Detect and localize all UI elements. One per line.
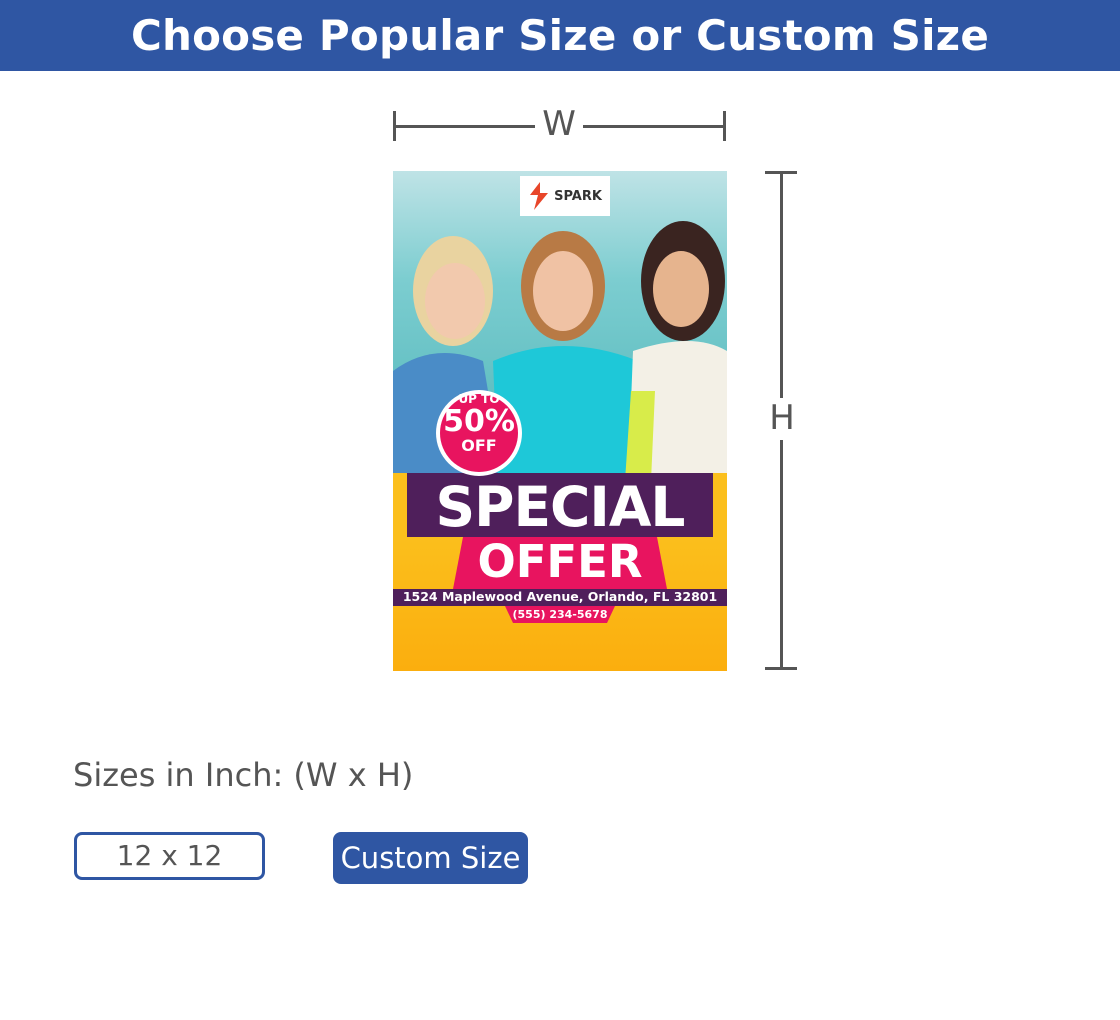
badge-line-3: OFF <box>461 436 497 455</box>
page-header: Choose Popular Size or Custom Size <box>0 0 1120 71</box>
width-right-cap <box>723 111 726 141</box>
height-line-bottom <box>780 440 783 668</box>
custom-size-button[interactable]: Custom Size <box>333 832 528 884</box>
page-title: Choose Popular Size or Custom Size <box>130 11 990 60</box>
discount-badge-text: UP TO 50% OFF <box>436 393 522 454</box>
badge-line-2: 50% <box>443 404 515 439</box>
size-option-12x12[interactable]: 12 x 12 <box>74 832 265 880</box>
spark-logo-icon <box>528 182 550 210</box>
height-label: H <box>769 398 795 438</box>
height-bottom-cap <box>765 667 797 670</box>
poster-preview: SPARK UP TO 50% OFF SPECIAL OFFER 1524 M… <box>393 171 727 671</box>
sizes-label: Sizes in Inch: (W x H) <box>73 756 414 794</box>
poster-headline: SPECIAL <box>435 475 686 539</box>
poster-phone: (555) 234-5678 <box>512 608 608 621</box>
width-line-right <box>583 125 725 128</box>
brand-logo: SPARK <box>520 176 610 216</box>
brand-name: SPARK <box>554 188 602 204</box>
height-line-top <box>780 172 783 398</box>
width-line-left <box>395 125 535 128</box>
poster-address: 1524 Maplewood Avenue, Orlando, FL 32801 <box>402 589 718 604</box>
poster-subheadline: OFFER <box>477 535 643 588</box>
width-label: W <box>542 104 576 144</box>
